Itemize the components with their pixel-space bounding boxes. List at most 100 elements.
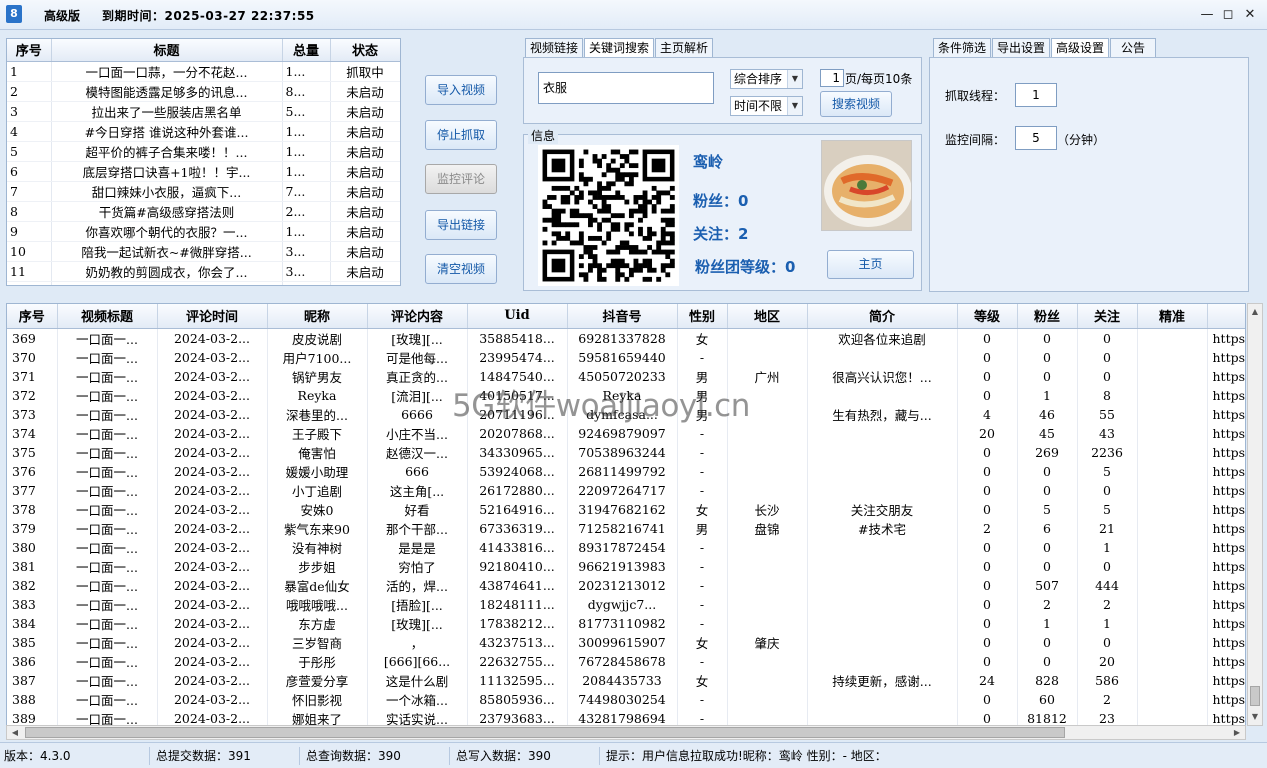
page-input[interactable]: 1 xyxy=(820,69,844,87)
scroll-up-icon[interactable]: ▲ xyxy=(1248,304,1262,320)
grid-header-10[interactable]: 等级 xyxy=(957,304,1018,329)
tab-announcement[interactable]: 公告 xyxy=(1110,38,1156,58)
table-row[interactable]: 385 一口面一... 2024-03-2... 三岁智商， 43237513... 30… xyxy=(7,632,1245,652)
table-cell: 0 xyxy=(1077,556,1138,576)
table-row[interactable]: 382 一口面一... 2024-03-2... 暴富de仙女 活的，焊... 43874… xyxy=(7,575,1245,595)
scroll-left-icon[interactable]: ◀ xyxy=(7,726,23,739)
grid-header-11[interactable]: 粉丝 xyxy=(1017,304,1078,329)
table-cell: 一口面一... xyxy=(57,708,158,725)
horizontal-scrollbar[interactable]: ◀ ▶ xyxy=(6,725,1246,740)
table-row[interactable]: 389 一口面一... 2024-03-2... 娜姐来了 实话实说... 2379368… xyxy=(7,708,1245,725)
task-row[interactable]: 11 奶奶教的剪圆成衣，你会了... 3... 未启动 xyxy=(7,261,400,282)
table-cell: 于彤彤 xyxy=(267,651,368,671)
table-cell xyxy=(807,632,958,652)
table-row[interactable]: 380 一口面一... 2024-03-2... 没有神树 是是是 41433816...… xyxy=(7,537,1245,557)
table-row[interactable]: 377 一口面一... 2024-03-2... 小丁追剧 这主角[... 2617288… xyxy=(7,480,1245,500)
table-cell xyxy=(727,461,808,481)
grid-header-13[interactable]: 精准 xyxy=(1137,304,1208,329)
table-row[interactable]: 384 一口面一... 2024-03-2... 东方虚 [玫瑰][... 1783821… xyxy=(7,613,1245,633)
task-header-0[interactable]: 序号 xyxy=(7,39,52,62)
table-cell xyxy=(727,613,808,633)
table-cell: 锅铲男友 xyxy=(267,366,368,386)
grid-header-2[interactable]: 评论时间 xyxy=(157,304,268,329)
grid-header-0[interactable]: 序号 xyxy=(7,304,58,329)
scroll-right-icon[interactable]: ▶ xyxy=(1229,726,1245,739)
table-row[interactable]: 379 一口面一... 2024-03-2... 紫气东来90 那个干部... 67336… xyxy=(7,518,1245,538)
time-select[interactable]: 时间不限 ▼ xyxy=(730,96,803,116)
task-row[interactable]: 9 你喜欢哪个朝代的衣服？一... 1... 未启动 xyxy=(7,221,400,242)
task-row[interactable]: 4 #今日穿搭 谁说这种外套谁... 1... 未启动 xyxy=(7,121,400,142)
minimize-icon[interactable]: — xyxy=(1198,6,1216,24)
grid-header-6[interactable]: 抖音号 xyxy=(567,304,678,329)
table-row[interactable]: 378 一口面一... 2024-03-2... 安姝0 好看 52164916... 31… xyxy=(7,499,1245,519)
table-cell: 11132595... xyxy=(467,670,568,690)
grid-header-12[interactable]: 关注 xyxy=(1077,304,1138,329)
hscroll-thumb[interactable] xyxy=(25,727,1065,738)
comment-grid[interactable]: 序号 视频标题 评论时间 昵称 评论内容 Uid 抖音号 性别 地区 简介 等级 粉丝 关注 精准 369… xyxy=(6,303,1246,726)
threads-input[interactable]: 1 xyxy=(1015,83,1057,107)
table-row[interactable]: 370 一口面一... 2024-03-2... 用户7100... 可是他每... 23… xyxy=(7,347,1245,367)
table-row[interactable]: 375 一口面一... 2024-03-2... 俺害怕 赵德汉一... 34330965… xyxy=(7,442,1245,462)
task-row[interactable]: 1 一口面一口蒜，一分不花赵... 1... 抓取中 xyxy=(7,61,400,82)
table-cell: https xyxy=(1207,518,1245,538)
task-row[interactable]: 6 底层穿搭口诀喜+1啦！！宇... 1... 未启动 xyxy=(7,161,400,182)
table-row[interactable]: 388 一口面一... 2024-03-2... 怀旧影视 一个冰箱... 8580593… xyxy=(7,689,1245,709)
table-cell: 5 xyxy=(1077,499,1138,519)
table-cell xyxy=(1137,423,1208,443)
grid-header-14[interactable] xyxy=(1207,304,1245,329)
sort-select[interactable]: 综合排序 ▼ xyxy=(730,69,803,89)
table-cell: 389 xyxy=(7,708,58,725)
task-row[interactable]: 3 拉出来了一些服装店黑名单 5... 未启动 xyxy=(7,101,400,122)
task-header-2[interactable]: 总量 xyxy=(282,39,331,62)
clear-videos-button[interactable]: 清空视频 xyxy=(425,254,497,284)
table-cell: 0 xyxy=(1017,328,1078,348)
grid-header-1[interactable]: 视频标题 xyxy=(57,304,158,329)
keyword-input[interactable]: 衣服 xyxy=(538,72,714,104)
grid-header-7[interactable]: 性别 xyxy=(677,304,728,329)
table-row[interactable]: 376 一口面一... 2024-03-2... 媛媛小助理 666 53924068..… xyxy=(7,461,1245,481)
table-row[interactable]: 374 一口面一... 2024-03-2... 王子殿下 小庄不当... 2020786… xyxy=(7,423,1245,443)
tab-filter[interactable]: 条件筛选 xyxy=(933,38,991,58)
table-cell: https xyxy=(1207,423,1245,443)
grid-header-8[interactable]: 地区 xyxy=(727,304,808,329)
table-cell: 369 xyxy=(7,328,58,348)
task-row[interactable]: 5 超平价的裤子合集来喽！！... 1... 未启动 xyxy=(7,141,400,162)
task-row[interactable]: 2 模特图能透露足够多的讯息... 8... 未启动 xyxy=(7,81,400,102)
task-row[interactable]: 7 甜口辣妹小衣服，逼疯下... 7... 未启动 xyxy=(7,181,400,202)
homepage-button[interactable]: 主页 xyxy=(827,250,914,279)
maximize-icon[interactable]: ◻ xyxy=(1219,6,1237,24)
tab-homepage-parse[interactable]: 主页解析 xyxy=(655,38,713,58)
grid-header-3[interactable]: 昵称 xyxy=(267,304,368,329)
table-row[interactable]: 369 一口面一... 2024-03-2... 皮皮说剧 [玫瑰][... 358854… xyxy=(7,328,1245,348)
task-header-3[interactable]: 状态 xyxy=(330,39,400,62)
tab-video-link[interactable]: 视频链接 xyxy=(525,38,583,58)
export-links-button[interactable]: 导出链接 xyxy=(425,210,497,240)
grid-header-4[interactable]: 评论内容 xyxy=(367,304,468,329)
task-row[interactable]: 10 陪我一起试新衣~#微胖穿搭... 3... 未启动 xyxy=(7,241,400,262)
grid-header-5[interactable]: Uid xyxy=(467,304,568,329)
tab-keyword-search[interactable]: 关键词搜索 xyxy=(584,38,654,59)
table-row[interactable]: 383 一口面一... 2024-03-2... 哦哦哦哦... [捂脸][... 182… xyxy=(7,594,1245,614)
scroll-thumb[interactable] xyxy=(1250,686,1260,706)
table-row[interactable]: 387 一口面一... 2024-03-2... 彦萱爱分享 这是什么剧 11132595… xyxy=(7,670,1245,690)
settings-tabs: 条件筛选 导出设置 高级设置 公告 xyxy=(931,38,1251,59)
monitor-comments-button[interactable]: 监控评论 xyxy=(425,164,497,194)
table-row[interactable]: 381 一口面一... 2024-03-2... 步步姐 穷怕了 92180410... 9… xyxy=(7,556,1245,576)
stop-crawl-button[interactable]: 停止抓取 xyxy=(425,120,497,150)
grid-header-9[interactable]: 简介 xyxy=(807,304,958,329)
task-list[interactable]: 序号 标题 总量 状态 1 一口面一口蒜，一分不花赵... 1... 抓取中 2 模特图能透露足… xyxy=(6,38,401,286)
interval-input[interactable]: 5 xyxy=(1015,126,1057,150)
table-cell: 0 xyxy=(1077,480,1138,500)
tab-export-settings[interactable]: 导出设置 xyxy=(992,38,1050,58)
table-row[interactable]: 386 一口面一... 2024-03-2... 于彤彤 [666][66... 2263… xyxy=(7,651,1245,671)
import-video-button[interactable]: 导入视频 xyxy=(425,75,497,105)
task-row[interactable]: 8 干货篇#高级感穿搭法则 2... 未启动 xyxy=(7,201,400,222)
table-cell: 0 xyxy=(957,328,1018,348)
task-header-1[interactable]: 标题 xyxy=(51,39,283,62)
close-icon[interactable]: ✕ xyxy=(1241,6,1259,24)
vertical-scrollbar[interactable]: ▲ ▼ xyxy=(1247,303,1263,726)
tab-advanced-settings[interactable]: 高级设置 xyxy=(1051,38,1109,59)
search-video-button[interactable]: 搜索视频 xyxy=(820,91,892,117)
scroll-down-icon[interactable]: ▼ xyxy=(1248,709,1262,725)
table-cell: 哦哦哦哦... xyxy=(267,594,368,614)
